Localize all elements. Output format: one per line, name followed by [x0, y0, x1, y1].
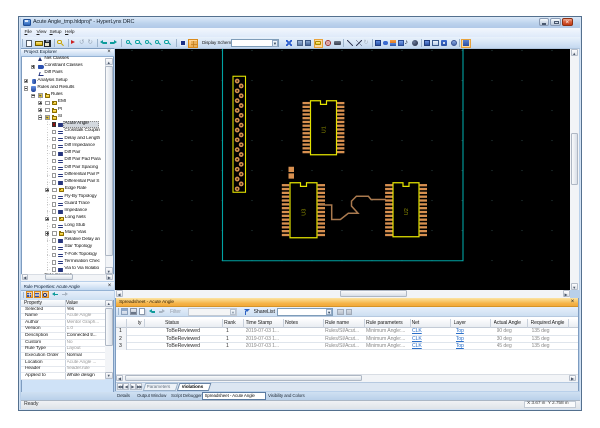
svg-text:U1: U1	[322, 126, 328, 133]
svg-text:U2: U2	[404, 208, 410, 215]
svg-text:U3: U3	[302, 208, 308, 215]
